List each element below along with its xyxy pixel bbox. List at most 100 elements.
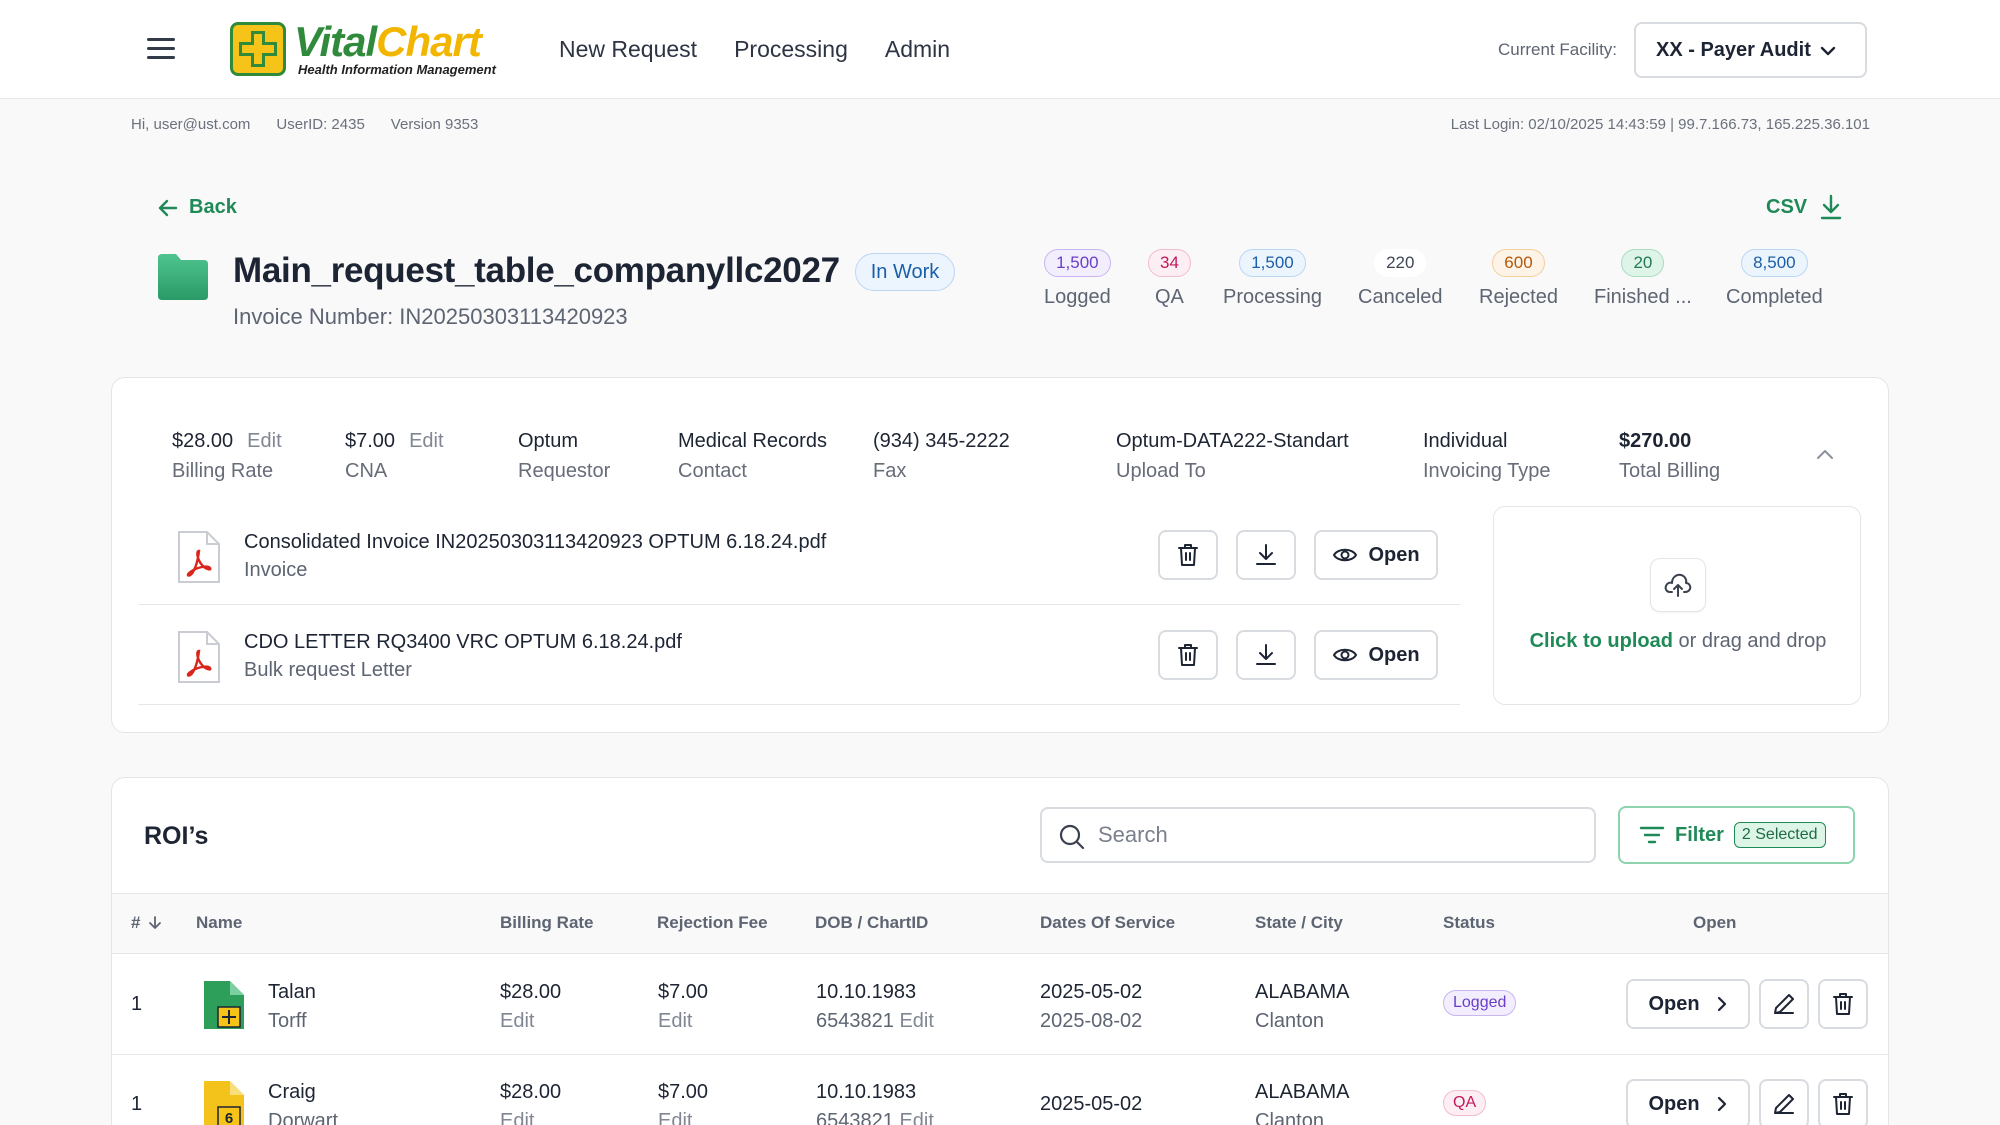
svg-text:6: 6 xyxy=(225,1110,233,1125)
arrow-left-icon xyxy=(158,199,178,216)
chart-document-icon xyxy=(204,981,244,1029)
dates-of-service-cell: 2025-05-02 xyxy=(1040,1093,1142,1116)
billing-rate-edit-link[interactable]: Edit xyxy=(247,430,281,452)
status-badge: QA xyxy=(1443,1090,1487,1116)
row-open-button[interactable]: Open xyxy=(1626,1079,1750,1125)
pencil-icon xyxy=(1774,1094,1794,1114)
stat-logged[interactable]: 1,500 Logged xyxy=(1044,249,1111,309)
facility-dropdown[interactable]: XX - Payer Audit xyxy=(1634,22,1867,78)
logo-wordmark: VitalChart xyxy=(294,18,482,65)
file-type: Bulk request Letter xyxy=(244,659,412,681)
download-file-button[interactable] xyxy=(1236,630,1296,680)
meta-upload-to: Optum-DATA222-Standart Upload To xyxy=(1116,430,1349,483)
contact-label: Contact xyxy=(678,460,747,482)
back-button[interactable]: Back xyxy=(157,196,237,219)
request-title: Main_request_table_companyllc2027 xyxy=(233,251,840,290)
meta-invoicing-type: Individual Invoicing Type xyxy=(1423,430,1551,483)
user-id: UserID: 2435 xyxy=(276,116,365,133)
roi-section-title: ROI’s xyxy=(144,822,209,850)
file-row: Consolidated Invoice IN20250303113420923… xyxy=(138,505,1460,605)
patient-last-name: Torff xyxy=(268,1010,307,1032)
file-name: CDO LETTER RQ3400 VRC OPTUM 6.18.24.pdf xyxy=(244,631,682,653)
rejection-fee-cell: $7.00 Edit xyxy=(658,981,708,1033)
meta-fax: (934) 345-2222 Fax xyxy=(873,430,1010,483)
contact-value: Medical Records xyxy=(678,430,827,452)
row-edit-button[interactable] xyxy=(1759,979,1809,1029)
nav-admin[interactable]: Admin xyxy=(885,36,950,63)
stat-count: 220 xyxy=(1374,249,1427,277)
trash-icon xyxy=(1833,993,1853,1015)
chart-id-edit-link[interactable]: Edit xyxy=(899,1010,933,1032)
meta-requestor: Optum Requestor xyxy=(518,430,610,483)
col-billing-rate: Billing Rate xyxy=(500,913,594,932)
search-input[interactable] xyxy=(1098,822,1578,848)
chart-id-edit-link[interactable]: Edit xyxy=(899,1110,933,1125)
cna-value: $7.00 xyxy=(345,430,396,452)
rejection-fee-edit-link[interactable]: Edit xyxy=(658,1110,708,1125)
open-file-button[interactable]: Open xyxy=(1314,530,1438,580)
nav-processing[interactable]: Processing xyxy=(734,36,848,63)
hamburger-menu-icon[interactable] xyxy=(147,38,175,60)
invoicing-type-value: Individual xyxy=(1423,430,1508,452)
billing-rate-cell: $28.00 Edit xyxy=(500,1081,561,1125)
stat-canceled[interactable]: 220 Canceled xyxy=(1358,249,1443,309)
top-navbar: VitalChart Health Information Management… xyxy=(0,0,2000,99)
open-label: Open xyxy=(1368,543,1420,566)
billing-rate-edit-link[interactable]: Edit xyxy=(500,1010,561,1033)
stat-label: Processing xyxy=(1223,286,1322,308)
table-header xyxy=(112,893,1888,954)
cna-edit-link[interactable]: Edit xyxy=(409,430,443,452)
file-upload-dropzone[interactable]: Click to upload or drag and drop xyxy=(1493,506,1861,705)
state-city-cell: ALABAMA Clanton xyxy=(1255,1081,1349,1125)
row-delete-button[interactable] xyxy=(1818,979,1868,1029)
nav-new-request[interactable]: New Request xyxy=(559,36,697,63)
cna-label: CNA xyxy=(345,460,388,482)
stat-processing[interactable]: 1,500 Processing xyxy=(1223,249,1322,309)
vitalchart-logo[interactable]: VitalChart Health Information Management xyxy=(230,18,500,78)
billing-rate-value: $28.00 xyxy=(500,1081,562,1103)
stat-rejected[interactable]: 600 Rejected xyxy=(1479,249,1558,309)
billing-rate-edit-link[interactable]: Edit xyxy=(500,1110,561,1125)
csv-download-button[interactable]: CSV xyxy=(1766,194,1843,220)
trash-icon xyxy=(1178,644,1198,666)
col-number-label: # xyxy=(131,913,141,932)
row-open-button[interactable]: Open xyxy=(1626,979,1750,1029)
col-number[interactable]: # xyxy=(131,913,162,933)
roi-search[interactable] xyxy=(1040,807,1596,863)
open-file-button[interactable]: Open xyxy=(1314,630,1438,680)
folder-icon xyxy=(158,254,208,300)
chart-id-value: 6543821 xyxy=(816,1110,894,1125)
dob-chartid-cell: 10.10.1983 6543821 Edit xyxy=(816,1081,934,1125)
download-file-button[interactable] xyxy=(1236,530,1296,580)
rejection-fee-edit-link[interactable]: Edit xyxy=(658,1010,708,1033)
patient-last-name: Dorwart xyxy=(268,1110,339,1125)
collapse-chevron-up-icon[interactable] xyxy=(1814,444,1836,466)
row-edit-button[interactable] xyxy=(1759,1079,1809,1125)
request-status-badge: In Work xyxy=(855,253,955,291)
upload-to-value: Optum-DATA222-Standart xyxy=(1116,430,1349,452)
stat-count: 20 xyxy=(1621,249,1665,277)
upload-to-label: Upload To xyxy=(1116,460,1206,482)
stat-label: Completed xyxy=(1726,286,1823,308)
open-label: Open xyxy=(1648,1092,1700,1115)
filter-button[interactable]: Filter 2 Selected xyxy=(1618,806,1855,864)
click-to-upload-link[interactable]: Click to upload xyxy=(1530,630,1673,652)
stat-qa[interactable]: 34 QA xyxy=(1148,249,1191,309)
row-delete-button[interactable] xyxy=(1818,1079,1868,1125)
requestor-value: Optum xyxy=(518,430,579,452)
csv-label: CSV xyxy=(1766,195,1808,218)
logo-tagline: Health Information Management xyxy=(298,62,496,77)
stat-label: QA xyxy=(1155,286,1184,308)
download-icon xyxy=(1256,644,1276,665)
stat-count: 8,500 xyxy=(1741,249,1808,277)
search-icon xyxy=(1059,824,1085,850)
stat-completed[interactable]: 8,500 Completed xyxy=(1726,249,1823,309)
cloud-upload-icon xyxy=(1650,558,1706,612)
download-icon xyxy=(1256,544,1276,565)
table-row: 1 6 Craig Dorwart $28.00 Edit $7.00 Edit 10… xyxy=(112,1055,1888,1125)
delete-file-button[interactable] xyxy=(1158,530,1218,580)
delete-file-button[interactable] xyxy=(1158,630,1218,680)
file-name: Consolidated Invoice IN20250303113420923… xyxy=(244,531,827,553)
user-info: Hi, user@ust.com UserID: 2435 Version 93… xyxy=(131,116,478,133)
stat-finished[interactable]: 20 Finished ... xyxy=(1594,249,1692,309)
